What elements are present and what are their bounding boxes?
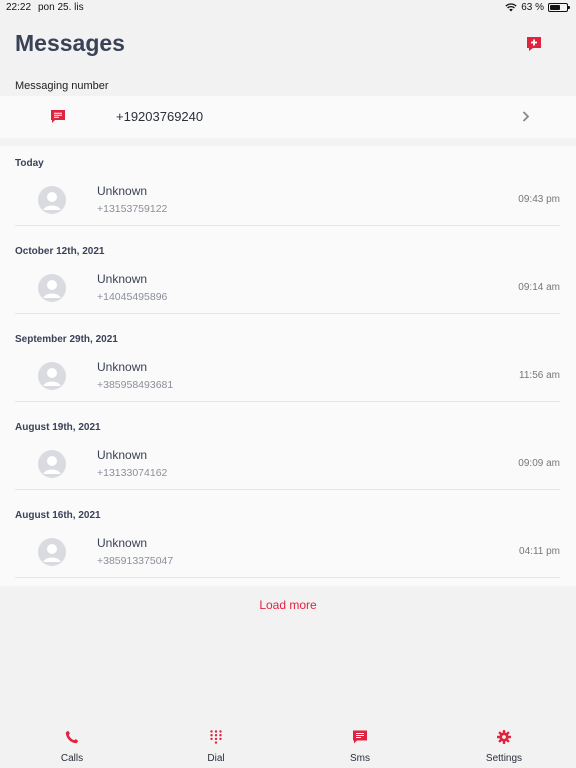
- tab-calls[interactable]: Calls: [32, 730, 112, 766]
- new-message-icon[interactable]: [526, 36, 542, 52]
- sms-icon: [353, 730, 367, 744]
- battery-percent: 63 %: [521, 2, 544, 13]
- messaging-number-value: +19203769240: [116, 109, 204, 124]
- phone-icon: [65, 730, 79, 744]
- message-row[interactable]: Unknown +385913375047 04:11 pm: [15, 528, 560, 578]
- message-time: 09:09 am: [518, 458, 560, 469]
- message-list: Today Unknown +13153759122 09:43 pm Octo…: [0, 146, 576, 586]
- contact-number: +14045495896: [97, 291, 168, 303]
- tab-label: Dial: [207, 753, 225, 764]
- messaging-number-label: Messaging number: [15, 80, 109, 92]
- message-row[interactable]: Unknown +13133074162 09:09 am: [15, 440, 560, 490]
- contact-name: Unknown: [97, 360, 148, 374]
- contact-name: Unknown: [97, 448, 148, 462]
- chevron-right-icon: [522, 111, 530, 122]
- dialpad-icon: [210, 730, 222, 744]
- status-time: 22:22: [6, 2, 32, 13]
- date-header: August 16th, 2021: [15, 510, 101, 521]
- message-time: 09:43 pm: [518, 194, 560, 205]
- contact-number: +13153759122: [97, 203, 168, 215]
- avatar-icon: [38, 186, 66, 214]
- message-time: 09:14 am: [518, 282, 560, 293]
- contact-number: +385913375047: [97, 555, 174, 567]
- avatar-icon: [38, 362, 66, 390]
- tab-label: Sms: [350, 753, 370, 764]
- battery-icon: [548, 3, 570, 12]
- contact-name: Unknown: [97, 536, 148, 550]
- tab-settings[interactable]: Settings: [464, 730, 544, 766]
- contact-number: +385958493681: [97, 379, 174, 391]
- load-more-button[interactable]: Load more: [0, 598, 576, 612]
- tab-bar: Calls Dial Sms Settings: [0, 720, 576, 768]
- message-row[interactable]: Unknown +385958493681 11:56 am: [15, 352, 560, 402]
- contact-name: Unknown: [97, 272, 148, 286]
- date-header: September 29th, 2021: [15, 334, 118, 345]
- tab-dial[interactable]: Dial: [176, 730, 256, 766]
- message-time: 11:56 am: [519, 370, 560, 381]
- message-row[interactable]: Unknown +14045495896 09:14 am: [15, 264, 560, 314]
- message-row[interactable]: Unknown +13153759122 09:43 pm: [15, 176, 560, 226]
- avatar-icon: [38, 538, 66, 566]
- gear-icon: [497, 730, 511, 744]
- tab-sms[interactable]: Sms: [320, 730, 400, 766]
- status-date: pon 25. lis: [38, 2, 84, 13]
- status-right: 63 %: [505, 2, 570, 13]
- contact-number: +13133074162: [97, 467, 168, 479]
- tab-label: Settings: [485, 753, 523, 764]
- message-time: 04:11 pm: [519, 546, 560, 557]
- date-header: October 12th, 2021: [15, 246, 105, 257]
- date-header: August 19th, 2021: [15, 422, 101, 433]
- wifi-icon: [505, 3, 517, 12]
- sms-icon: [51, 110, 65, 123]
- status-bar: 22:22 pon 25. lis 63 %: [0, 0, 576, 16]
- avatar-icon: [38, 450, 66, 478]
- messaging-number-row[interactable]: +19203769240: [0, 96, 576, 138]
- tab-label: Calls: [60, 753, 84, 764]
- date-header: Today: [15, 158, 44, 169]
- contact-name: Unknown: [97, 184, 148, 198]
- avatar-icon: [38, 274, 66, 302]
- page-title: Messages: [15, 30, 125, 56]
